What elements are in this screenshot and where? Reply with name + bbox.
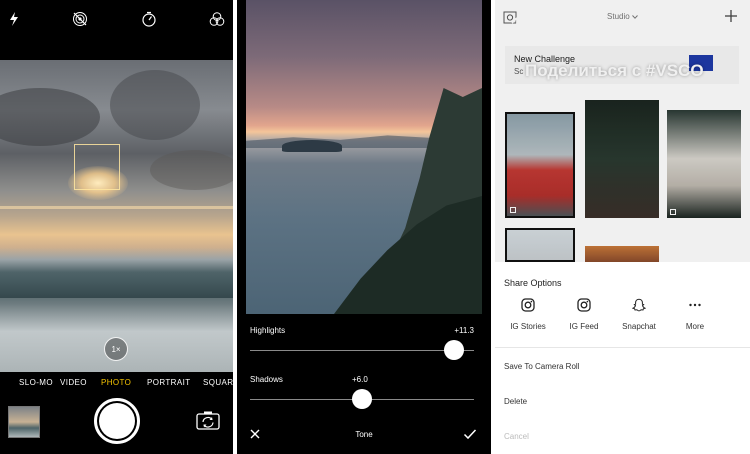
switch-camera-icon[interactable]	[196, 410, 220, 430]
timer-icon[interactable]	[141, 11, 157, 27]
shutter-inner	[99, 403, 135, 439]
camera-screen: 1× SLO-MO VIDEO PHOTO PORTRAIT SQUARE	[0, 0, 233, 454]
horizon-line	[0, 206, 233, 209]
chevron-down-icon	[632, 15, 638, 19]
mode-slo-mo[interactable]: SLO-MO	[19, 378, 53, 387]
share-upload-icon[interactable]	[507, 16, 527, 42]
share-option-label: IG Stories	[510, 322, 546, 331]
sheet-divider	[495, 347, 750, 348]
island-shape	[282, 140, 342, 152]
camera-mode-selector: SLO-MO VIDEO PHOTO PORTRAIT SQUARE	[0, 378, 233, 392]
camera-top-bar	[0, 0, 233, 60]
photo-tile[interactable]	[667, 110, 741, 218]
editor-bottom-bar: Tone	[237, 424, 491, 448]
challenge-subtitle: Sc	[514, 67, 524, 76]
highlights-handle[interactable]	[444, 340, 464, 360]
share-more-button[interactable]: More	[669, 298, 721, 338]
cloud-shape	[0, 88, 100, 146]
edited-photo	[246, 0, 482, 314]
more-dots-icon	[689, 303, 701, 307]
studio-photo-grid	[495, 90, 750, 262]
shutter-button[interactable]	[94, 398, 140, 444]
photo-editor-screen: Highlights +11.3 Shadows +6.0 Tone	[237, 0, 491, 454]
instagram-icon	[577, 298, 591, 312]
mode-square[interactable]: SQUARE	[203, 378, 233, 387]
cloud-shape	[150, 150, 233, 190]
tool-title: Tone	[355, 430, 373, 439]
cloud-shape	[110, 70, 200, 140]
vsco-header: Studio	[495, 0, 750, 36]
filters-icon[interactable]	[209, 11, 225, 27]
photo-tile[interactable]	[505, 228, 575, 262]
highlights-value: +11.3	[454, 326, 474, 335]
share-ig-stories-button[interactable]: IG Stories	[502, 298, 554, 338]
select-marker	[510, 207, 516, 213]
share-option-label: IG Feed	[569, 322, 599, 331]
shadows-label: Shadows	[250, 375, 283, 384]
mode-portrait[interactable]: PORTRAIT	[147, 378, 191, 387]
photo-tile[interactable]	[505, 112, 575, 218]
share-option-label: Snapchat	[622, 322, 656, 331]
confirm-check-icon[interactable]	[463, 428, 477, 440]
forest-shape	[334, 196, 482, 314]
live-photo-off-icon[interactable]	[72, 11, 88, 27]
delete-button[interactable]: Delete	[504, 397, 527, 406]
screenshot-collage: 1× SLO-MO VIDEO PHOTO PORTRAIT SQUARE	[0, 0, 750, 454]
camera-viewfinder[interactable]: 1×	[0, 60, 233, 372]
shadows-handle[interactable]	[352, 389, 372, 409]
photo-tile[interactable]	[585, 246, 659, 262]
highlights-label: Highlights	[250, 326, 286, 335]
select-marker	[670, 209, 676, 215]
save-to-camera-roll-button[interactable]: Save To Camera Roll	[504, 362, 579, 371]
snapchat-icon	[632, 298, 646, 312]
share-options-sheet: Share Options IG Stories IG Feed Snapcha…	[495, 262, 750, 454]
vsco-share-screen: Studio New Challenge Sc Поделиться с #VS…	[495, 0, 750, 454]
last-photo-thumbnail[interactable]	[8, 406, 40, 438]
shadows-value: +6.0	[352, 375, 368, 384]
focus-square	[74, 144, 120, 190]
photo-tile[interactable]	[585, 100, 659, 218]
studio-title: Studio	[607, 12, 630, 21]
zoom-button[interactable]: 1×	[104, 337, 128, 361]
share-snapchat-button[interactable]: Snapchat	[613, 298, 665, 338]
highlights-track[interactable]	[250, 350, 474, 351]
mode-photo[interactable]: PHOTO	[101, 378, 131, 387]
add-icon[interactable]	[724, 9, 738, 23]
instagram-icon	[521, 298, 535, 312]
studio-dropdown[interactable]: Studio	[495, 12, 750, 21]
flash-icon[interactable]	[6, 11, 22, 27]
mode-video[interactable]: VIDEO	[60, 378, 87, 387]
overlay-caption: Поделиться с #VSCO	[525, 61, 704, 80]
share-sheet-title: Share Options	[504, 278, 562, 288]
cancel-button[interactable]: Cancel	[504, 432, 529, 441]
share-option-label: More	[685, 322, 705, 331]
share-ig-feed-button[interactable]: IG Feed	[558, 298, 610, 338]
